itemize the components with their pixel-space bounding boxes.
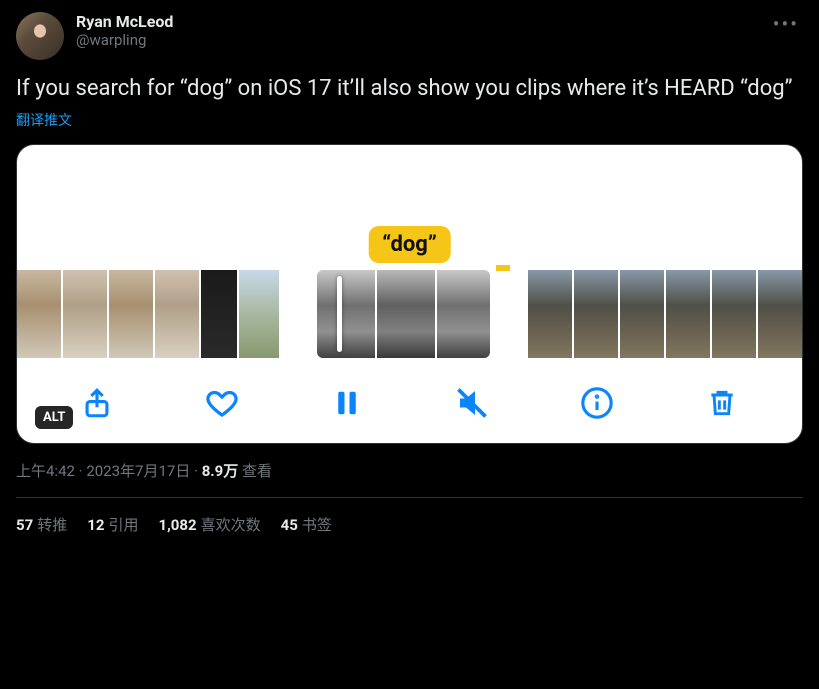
thumbnail	[377, 270, 435, 358]
heart-icon	[204, 385, 240, 421]
thumbnail	[528, 270, 572, 358]
display-name: Ryan McLeod	[76, 12, 757, 31]
tweet-header: Ryan McLeod @warpling •••	[16, 12, 803, 60]
thumbnail	[155, 270, 199, 358]
delete-button[interactable]	[702, 383, 742, 423]
mute-button[interactable]	[452, 383, 492, 423]
trash-icon	[706, 386, 738, 420]
thumbnail	[201, 270, 237, 358]
filmstrip-row[interactable]	[17, 265, 802, 365]
bookmarks-stat[interactable]: 45书签	[281, 514, 332, 535]
thumbnail	[712, 270, 756, 358]
media-card: “dog”	[16, 144, 803, 444]
thumbnail	[317, 270, 375, 358]
tweet-meta: 上午4:42 · 2023年7月17日 · 8.9万 查看	[16, 460, 803, 481]
translate-link[interactable]: 翻译推文	[16, 110, 72, 130]
likes-stat[interactable]: 1,082喜欢次数	[158, 514, 260, 535]
divider: 57转推 12引用 1,082喜欢次数 45书签	[16, 497, 803, 535]
retweets-stat[interactable]: 57转推	[16, 514, 67, 535]
clip-group-1[interactable]	[17, 270, 279, 358]
tweet-text: If you search for “dog” on iOS 17 it’ll …	[16, 74, 803, 104]
info-button[interactable]	[577, 383, 617, 423]
views-label: 查看	[238, 462, 272, 480]
playhead-marker	[496, 265, 510, 271]
handle: @warpling	[76, 31, 757, 49]
mute-icon	[454, 385, 490, 421]
pause-icon	[332, 386, 362, 420]
tweet-container: Ryan McLeod @warpling ••• If you search …	[0, 0, 819, 543]
engagement-stats: 57转推 12引用 1,082喜欢次数 45书签	[16, 514, 803, 535]
author-names[interactable]: Ryan McLeod @warpling	[76, 12, 757, 49]
clip-group-3[interactable]	[528, 270, 802, 358]
like-button[interactable]	[202, 383, 242, 423]
thumbnail	[574, 270, 618, 358]
info-icon	[580, 386, 614, 420]
thumbnail	[239, 270, 279, 358]
thumbnail	[666, 270, 710, 358]
more-menu-button[interactable]: •••	[769, 12, 803, 36]
avatar[interactable]	[16, 12, 64, 60]
thumbnail	[437, 270, 490, 358]
clip-group-2[interactable]	[317, 270, 490, 358]
caption-bubble: “dog”	[368, 226, 451, 263]
thumbnail	[63, 270, 107, 358]
share-button[interactable]	[77, 383, 117, 423]
thumbnail	[109, 270, 153, 358]
alt-badge[interactable]: ALT	[35, 406, 73, 429]
share-icon	[80, 386, 114, 420]
thumbnail	[620, 270, 664, 358]
tweet-time[interactable]: 上午4:42	[16, 462, 75, 480]
views-count: 8.9万	[202, 462, 239, 480]
thumbnail	[758, 270, 802, 358]
scrubber-handle[interactable]	[337, 276, 342, 352]
pause-button[interactable]	[327, 383, 367, 423]
quotes-stat[interactable]: 12引用	[87, 514, 138, 535]
media-top-area: “dog”	[17, 145, 802, 265]
tweet-date[interactable]: 2023年7月17日	[86, 462, 190, 480]
media-toolbar	[17, 365, 802, 443]
thumbnail	[17, 270, 61, 358]
